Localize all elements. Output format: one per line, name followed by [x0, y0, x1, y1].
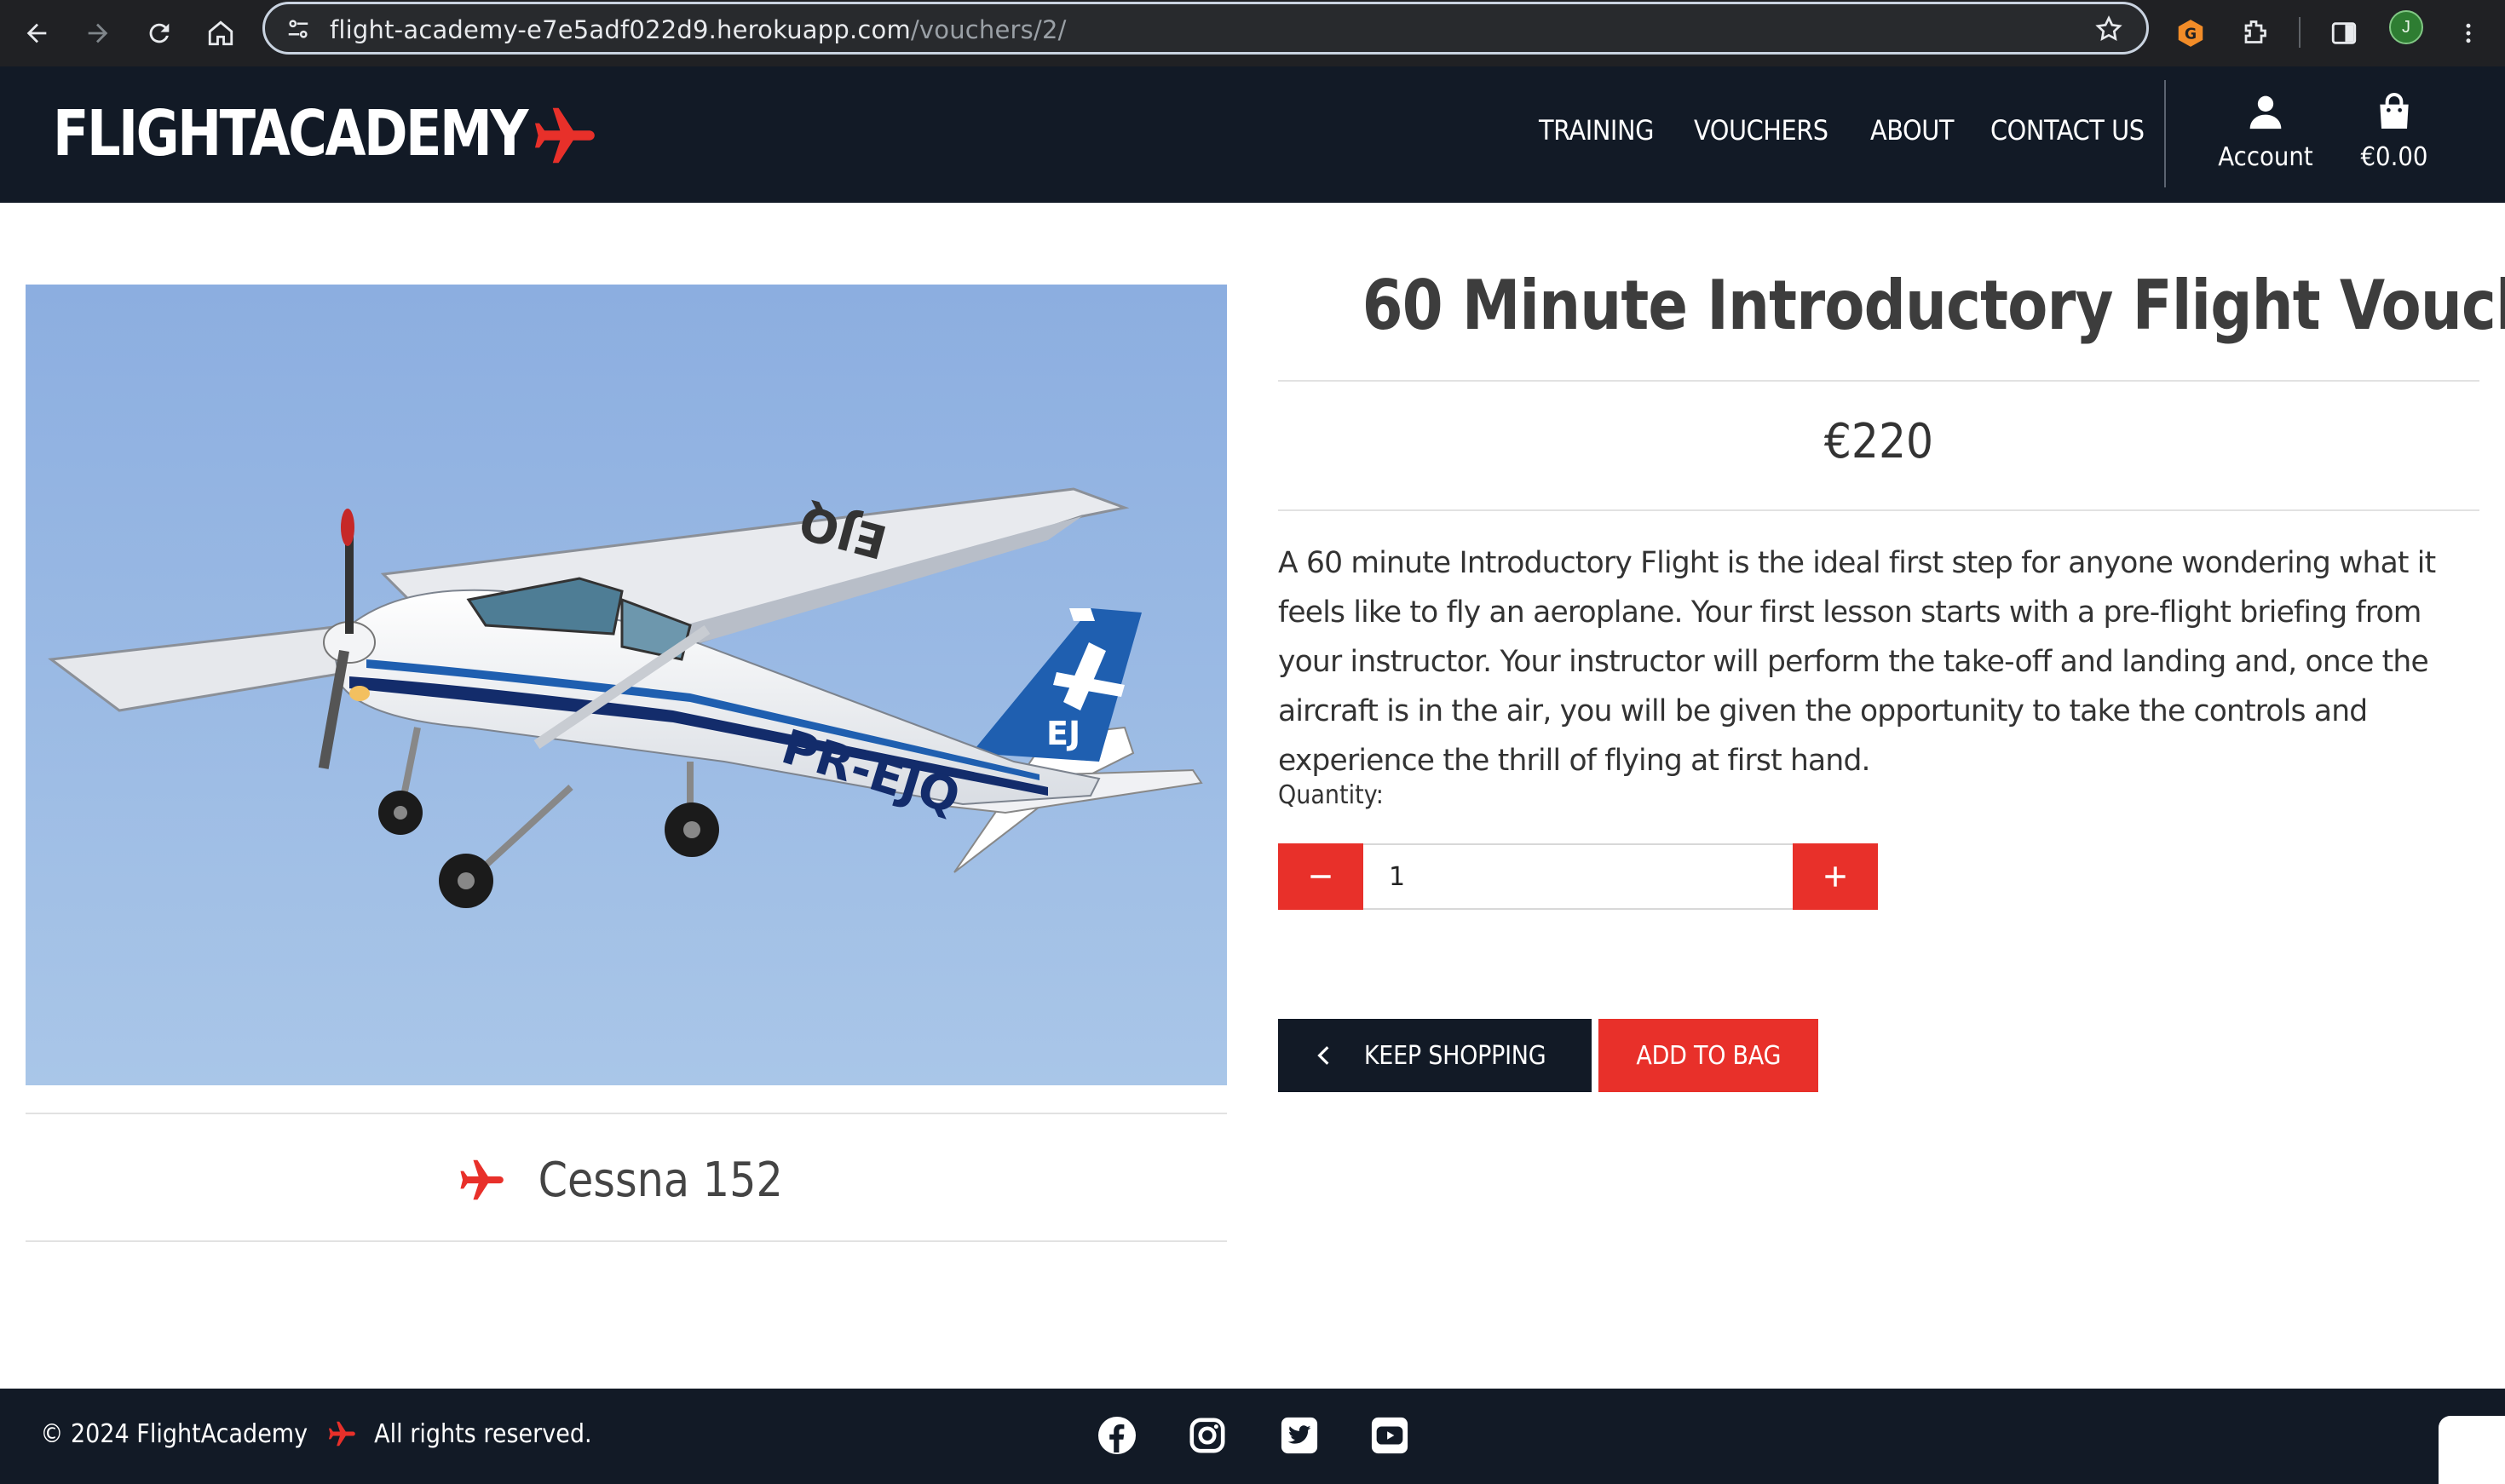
forward-button[interactable] [73, 9, 123, 58]
main-nav: TRAINING VOUCHERS ABOUT CONTACT US [1539, 114, 2189, 147]
chat-widget-corner[interactable] [2439, 1416, 2505, 1484]
copyright: © 2024 FlightAcademy All rights reserved… [26, 1418, 603, 1450]
extensions-button[interactable] [2229, 9, 2278, 58]
footer-plane-icon [328, 1421, 355, 1447]
product-description: A 60 minute Introductory Flight is the i… [1278, 546, 2436, 778]
nav-divider [2164, 80, 2166, 187]
shopping-bag-icon [2380, 93, 2409, 129]
svg-text:G: G [2185, 26, 2197, 43]
instagram-link[interactable] [1186, 1414, 1229, 1457]
browser-menu-button[interactable] [2444, 9, 2493, 58]
side-panel-button[interactable] [2319, 9, 2369, 58]
site-logo[interactable]: FLIGHTACADEMY [53, 97, 617, 170]
reload-button[interactable] [135, 9, 184, 58]
chevron-left-icon [1317, 1046, 1329, 1065]
quantity-stepper [1278, 843, 1878, 910]
minus-icon [1310, 875, 1331, 878]
url-text[interactable]: flight-academy-e7e5adf022d9.herokuapp.co… [330, 15, 1067, 44]
bookmark-star-icon[interactable] [2093, 14, 2124, 44]
logo-plane-icon [534, 107, 595, 164]
keep-shopping-button[interactable]: KEEP SHOPPING [1278, 1019, 1592, 1092]
nav-about[interactable]: ABOUT [1870, 114, 1954, 147]
add-to-bag-button[interactable]: ADD TO BAG [1598, 1019, 1818, 1092]
extension-g-icon: G [2178, 20, 2203, 47]
twitter-icon [1281, 1417, 1318, 1454]
image-divider-bottom [26, 1240, 1227, 1242]
aircraft-caption: Cessna 152 [26, 1116, 1227, 1244]
title-divider [1278, 380, 2479, 382]
home-icon [208, 20, 233, 46]
quantity-label: Quantity: [1278, 780, 1384, 810]
copyright-suffix: All rights reserved. [373, 1418, 592, 1449]
kebab-menu-icon [2466, 23, 2471, 43]
url-path: /vouchers/2/ [910, 15, 1067, 44]
side-panel-icon [2331, 22, 2357, 44]
product-image: EJQ EJ PR-EJQ [26, 285, 1227, 1085]
nav-vouchers[interactable]: VOUCHERS [1694, 114, 1828, 147]
product-price: €220 [1823, 414, 1934, 469]
add-to-bag-label: ADD TO BAG [1636, 1040, 1781, 1071]
reload-icon [149, 23, 170, 43]
aircraft-name: Cessna 152 [538, 1152, 783, 1208]
youtube-icon [1371, 1417, 1408, 1454]
address-bar[interactable]: flight-academy-e7e5adf022d9.herokuapp.co… [262, 2, 2149, 55]
cessna-aircraft-photo: EJQ EJ PR-EJQ [26, 285, 1227, 1085]
toolbar-divider [2299, 17, 2301, 48]
nav-training[interactable]: TRAINING [1539, 114, 1654, 147]
price-divider [1278, 509, 2479, 511]
url-host: flight-academy-e7e5adf022d9.herokuapp.co… [330, 15, 911, 44]
back-button[interactable] [12, 9, 61, 58]
home-button[interactable] [196, 9, 245, 58]
user-icon [2249, 95, 2282, 129]
back-arrow-icon [26, 23, 47, 43]
facebook-link[interactable] [1096, 1414, 1138, 1457]
keep-shopping-label: KEEP SHOPPING [1364, 1040, 1546, 1071]
plane-icon [460, 1159, 504, 1200]
site-footer: © 2024 FlightAcademy All rights reserved… [0, 1389, 2505, 1484]
extension-g-button[interactable]: G [2166, 9, 2215, 58]
account-label: Account [2218, 142, 2313, 172]
site-header: FLIGHTACADEMY TRAINING VOUCHERS ABOUT CO… [0, 66, 2505, 203]
quantity-input[interactable] [1363, 843, 1793, 910]
decrement-button[interactable] [1278, 843, 1363, 910]
tail-letters: EJ [1046, 715, 1080, 752]
twitter-link[interactable] [1278, 1414, 1321, 1457]
account-link[interactable]: Account [2212, 92, 2319, 172]
browser-toolbar: flight-academy-e7e5adf022d9.herokuapp.co… [0, 0, 2505, 66]
product-title: 60 Minute Introductory Flight Voucher [1362, 266, 2505, 345]
site-settings-icon[interactable] [285, 16, 311, 42]
logo-text: FLIGHTACADEMY [53, 97, 528, 170]
youtube-link[interactable] [1368, 1414, 1411, 1457]
shopping-bag-link[interactable]: €0.00 [2353, 92, 2435, 172]
nav-contact-us[interactable]: CONTACT US [1990, 114, 2145, 147]
image-divider-top [26, 1113, 1227, 1114]
plus-icon [1825, 866, 1846, 887]
profile-avatar[interactable]: J [2389, 10, 2423, 44]
bag-total: €0.00 [2360, 142, 2428, 172]
facebook-icon [1098, 1417, 1136, 1454]
copyright-prefix: © 2024 FlightAcademy [40, 1418, 308, 1449]
puzzle-icon [2244, 20, 2266, 43]
forward-arrow-icon [88, 23, 108, 43]
increment-button[interactable] [1793, 843, 1878, 910]
instagram-icon [1189, 1418, 1225, 1453]
